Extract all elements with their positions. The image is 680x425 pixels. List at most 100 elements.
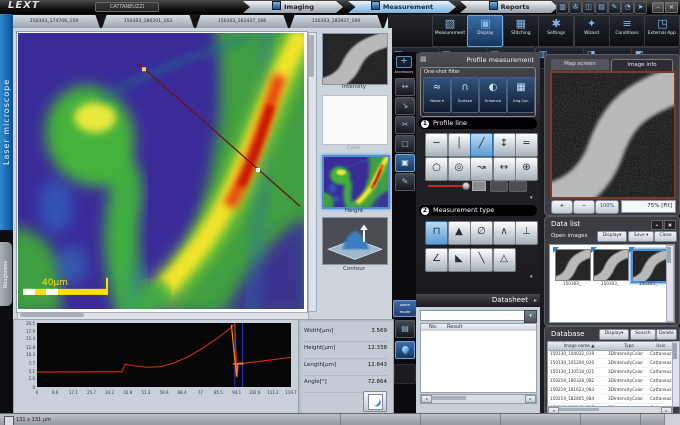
horizontal-span-tool[interactable]: ↔ [493,157,516,181]
database-row[interactable]: 150130_105204_020 3DIntensityColor Catta… [548,359,672,368]
open-images-save-button[interactable]: Save ▾ [628,231,654,242]
resize-grip[interactable] [664,414,680,425]
database-vertical-scrollbar[interactable] [672,341,680,407]
line-width-slider[interactable] [428,185,464,187]
clock-icon[interactable]: ◔ [621,1,634,14]
slider-value-box[interactable] [472,181,486,191]
monitor-icon[interactable]: ▥ [556,1,569,14]
ribbon-wizard-button[interactable]: ✦ Wizard [574,15,610,47]
main-tab-measurement[interactable]: Measurement [348,1,456,13]
datasheet-combo-input[interactable] [420,310,526,321]
open-images-list[interactable]: 150303_ 150303_ 150303_ [549,244,675,323]
scrollbar-thumb[interactable] [20,313,84,317]
main-tab-imaging[interactable]: Imaging [243,1,343,13]
zoom-mode-badge[interactable]: zoom mode [393,300,417,317]
scrollbar-thumb[interactable] [673,343,677,359]
diagonal-measure-icon[interactable]: ↘ [395,97,415,115]
main-tab-reports[interactable]: Reports [460,1,558,13]
image-correction-button[interactable]: ▦ Img.Cor. [507,77,535,113]
file-tab[interactable]: 150303_181437_166 [196,15,288,28]
roughness-tab[interactable]: Roughness [0,242,12,306]
curve-line-tool[interactable]: ↝ [470,157,493,181]
height-map-canvas[interactable]: 40µm [16,31,308,313]
edit-note-icon[interactable]: ✎ [395,173,415,191]
database-delete-button[interactable]: Delete [656,329,677,340]
database-display-button[interactable]: Display▾ [599,329,629,340]
line-width-tool[interactable]: ╲ [470,248,493,272]
enhance-filter-button[interactable]: ◐ Enhance [479,77,507,113]
profile-plot[interactable] [37,323,291,387]
cross-circle-tool[interactable]: ⊕ [515,157,538,181]
region-select-icon[interactable]: ▢ [395,135,415,153]
datasheet-horizontal-scrollbar[interactable]: ◂ ▸ [420,394,537,404]
wrench-icon[interactable]: ✎ [608,1,621,14]
ribbon-conditions-button[interactable]: ≡ Conditions [609,15,645,47]
ribbon-settings-button[interactable]: ✱ Settings [538,15,574,47]
expand-panel-button[interactable]: ✛ [396,56,412,68]
open-images-scrollbar[interactable] [666,245,674,322]
circle-measure-tool[interactable]: ∅ [470,221,493,245]
datasheet-combo-dropdown[interactable]: ▾ [524,310,537,323]
open-image-thumbnail[interactable] [555,249,591,281]
key-icon[interactable]: ➤ [634,1,647,14]
ribbon-external-app-button[interactable]: ◳ External App. [644,15,680,47]
open-image-thumbnail[interactable] [593,249,629,281]
thumbnail-color[interactable] [322,95,388,145]
ribbon-display-button[interactable]: ▣ Display [467,15,503,47]
scrollbar-thumb[interactable] [309,35,314,77]
ribbon-stitching-button[interactable]: ▦ Stitching [503,15,539,47]
angle-measure-tool[interactable]: ∠ [425,248,448,272]
scrollbar-thumb[interactable] [432,396,466,400]
collapse-panel-icon[interactable]: ▴ [651,220,663,230]
scrollbar-thumb[interactable] [559,408,599,411]
area-measure-tool[interactable]: ▲ [448,221,471,245]
report-icon[interactable]: ▤ [595,1,608,14]
surface-filter-button[interactable]: ∩ Surface [451,77,479,113]
map-zoom-100-button[interactable]: 100% [595,200,619,214]
concentric-circle-tool[interactable]: ◎ [448,157,471,181]
noise-filter-button[interactable]: ≈ Noise ▾ [423,77,451,113]
datasheet-table-body[interactable] [420,331,537,393]
circle-line-tool[interactable]: ○ [425,157,448,181]
open-images-close-button[interactable]: Close [654,231,677,242]
camera-icon[interactable]: ✇ [569,1,582,14]
datasheet-expand-icon[interactable]: ▸ [534,297,537,304]
database-table[interactable]: Image name ▲ Type User 150130_104032_019… [547,341,673,407]
file-tab[interactable]: 150303_174706_159 [8,15,100,28]
database-row[interactable]: 150130_104032_019 3DIntensityColor Catta… [548,350,672,359]
horizontal-line-tool[interactable]: ─ [425,133,448,157]
minimize-button[interactable]: – [652,2,664,13]
peak-height-tool[interactable]: △ [493,248,516,272]
map-zoom-out-button[interactable]: − [573,200,595,214]
database-search-button[interactable]: Search [630,329,656,340]
save-icon[interactable]: ◫ [582,1,595,14]
tab-map-screen[interactable]: Map screen [551,59,609,70]
map-zoom-in-button[interactable]: + [551,200,573,214]
thumbnail-height[interactable] [322,155,390,209]
report-button[interactable] [363,391,387,412]
cross-section-tool[interactable]: ⊥ [515,221,538,245]
stage-tool-button[interactable]: ▤ [395,320,415,338]
step-measure-tool[interactable]: ⊓ [425,221,448,245]
close-button[interactable]: ✕ [665,2,678,13]
parallel-lines-tool[interactable]: ═ [515,133,538,157]
map-overview-image[interactable] [550,71,676,199]
drop-tool-button[interactable] [395,341,415,359]
database-row[interactable]: 150130_110518_021 3DIntensityColor Catta… [548,368,672,377]
file-tab[interactable]: 150303_182927_169 [290,15,382,28]
scroll-left-arrow[interactable]: ◂ [421,395,432,403]
slope-measure-tool[interactable]: ◣ [448,248,471,272]
vertical-line-tool[interactable]: │ [448,133,471,157]
peak-measure-tool[interactable]: ∧ [493,221,516,245]
database-row[interactable]: 150219_180328_082 3DIntensityColor Catta… [548,377,672,386]
slider-knob[interactable] [462,182,470,190]
popout-panel-icon[interactable]: ▣ [664,220,676,230]
measurement-type-more-caret[interactable]: ▾ [530,274,533,280]
profile-line-more-caret[interactable]: ▾ [530,195,533,201]
scrollbar-thumb[interactable] [667,247,671,263]
database-row[interactable]: 150219_182805_084 3DIntensityColor Catta… [548,395,672,404]
scroll-right-arrow[interactable]: ▸ [525,395,536,403]
cut-plane-icon[interactable]: ✂ [395,116,415,134]
width-measure-icon[interactable]: ↔ [395,78,415,96]
thumbnail-intensity[interactable] [322,33,388,85]
